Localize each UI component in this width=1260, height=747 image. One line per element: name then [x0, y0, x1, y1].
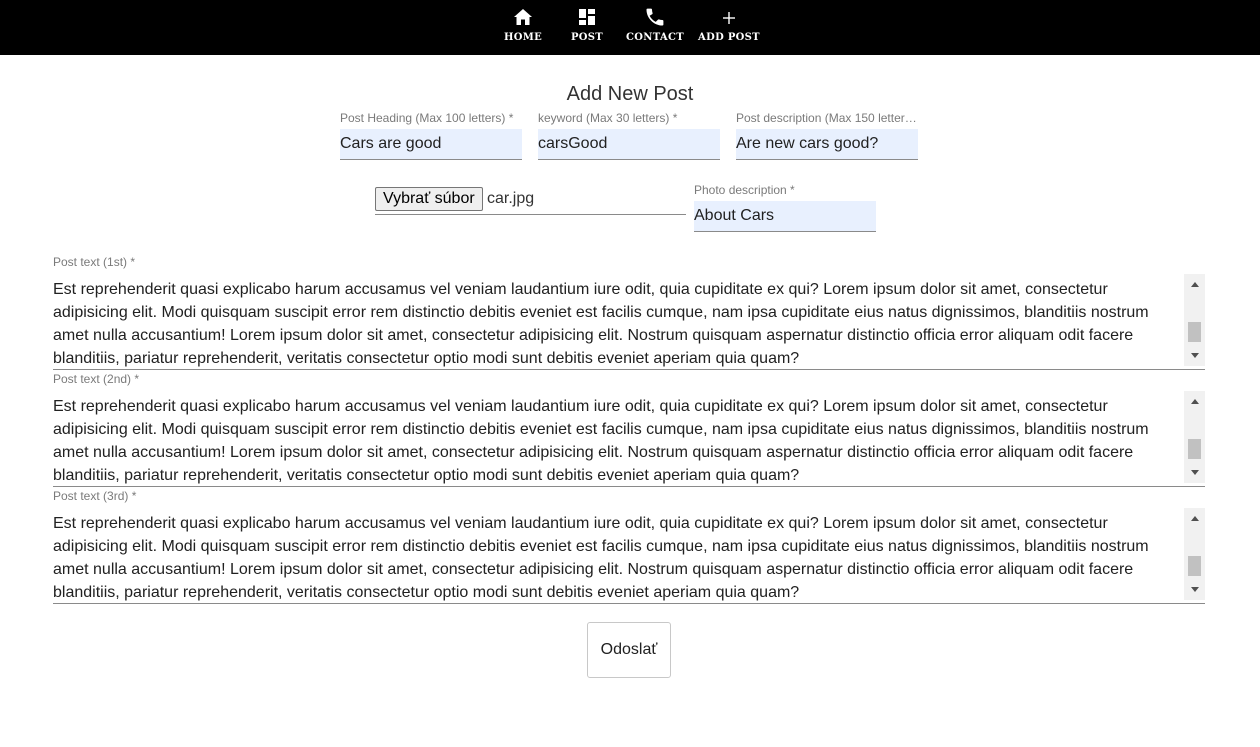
- phone-icon: [643, 0, 667, 26]
- keyword-label: keyword (Max 30 letters) *: [538, 111, 678, 125]
- top-navigation: HOME POST CONTACT ADD POST: [0, 0, 1260, 55]
- scroll-up-arrow-icon[interactable]: [1184, 510, 1205, 527]
- scroll-down-arrow-icon[interactable]: [1184, 347, 1205, 364]
- nav-home-label: HOME: [503, 32, 543, 43]
- post-heading-field: Post Heading (Max 100 letters) *: [340, 111, 522, 160]
- post-text-1-label: Post text (1st) *: [53, 255, 136, 269]
- scroll-down-arrow-icon[interactable]: [1184, 464, 1205, 481]
- nav-contact[interactable]: CONTACT: [624, 0, 686, 55]
- keyword-input[interactable]: [538, 129, 720, 160]
- scroll-up-arrow-icon[interactable]: [1184, 393, 1205, 410]
- home-icon: [511, 0, 535, 26]
- post-text-3-textarea[interactable]: Est reprehenderit quasi explicabo harum …: [53, 508, 1205, 604]
- nav-add-post[interactable]: ADD POST: [697, 0, 761, 55]
- post-text-2-scrollbar[interactable]: [1184, 391, 1205, 483]
- post-text-2-field: Post text (2nd) * Est reprehenderit quas…: [53, 372, 1205, 487]
- post-description-label: Post description (Max 150 letters) *: [736, 111, 918, 125]
- nav-home[interactable]: HOME: [503, 0, 543, 55]
- post-text-3-scrollbar[interactable]: [1184, 508, 1205, 600]
- photo-description-input[interactable]: [694, 201, 876, 232]
- scroll-thumb[interactable]: [1188, 556, 1201, 576]
- post-text-1-textarea[interactable]: Est reprehenderit quasi explicabo harum …: [53, 274, 1205, 370]
- post-text-3-content: Est reprehenderit quasi explicabo harum …: [53, 515, 1149, 601]
- plus-icon: [717, 0, 741, 26]
- scroll-thumb[interactable]: [1188, 439, 1201, 459]
- post-text-3-field: Post text (3rd) * Est reprehenderit quas…: [53, 489, 1205, 604]
- dashboard-icon: [575, 0, 599, 26]
- nav-add-post-label: ADD POST: [698, 32, 760, 43]
- post-text-1-field: Post text (1st) * Est reprehenderit quas…: [53, 255, 1205, 370]
- post-text-2-textarea[interactable]: Est reprehenderit quasi explicabo harum …: [53, 391, 1205, 487]
- post-description-input[interactable]: [736, 129, 918, 160]
- scroll-up-arrow-icon[interactable]: [1184, 276, 1205, 293]
- post-text-2-content: Est reprehenderit quasi explicabo harum …: [53, 398, 1149, 484]
- page-title: Add New Post: [566, 83, 694, 105]
- post-heading-input[interactable]: [340, 129, 522, 160]
- photo-file-field: Vybrať súbor car.jpg: [375, 186, 686, 215]
- nav-post[interactable]: POST: [567, 0, 607, 55]
- post-text-3-label: Post text (3rd) *: [53, 489, 137, 503]
- post-heading-label: Post Heading (Max 100 letters) *: [340, 111, 514, 125]
- scroll-down-arrow-icon[interactable]: [1184, 581, 1205, 598]
- post-text-1-content: Est reprehenderit quasi explicabo harum …: [53, 281, 1149, 367]
- scroll-thumb[interactable]: [1188, 322, 1201, 342]
- choose-file-button[interactable]: Vybrať súbor: [375, 187, 483, 211]
- nav-post-label: POST: [570, 32, 604, 43]
- photo-description-label: Photo description *: [694, 183, 795, 197]
- nav-contact-label: CONTACT: [626, 32, 684, 43]
- submit-button[interactable]: Odoslať: [587, 622, 671, 678]
- post-text-1-scrollbar[interactable]: [1184, 274, 1205, 366]
- keyword-field: keyword (Max 30 letters) *: [538, 111, 720, 160]
- photo-description-field: Photo description *: [694, 183, 876, 232]
- post-description-field: Post description (Max 150 letters) *: [736, 111, 918, 160]
- post-text-2-label: Post text (2nd) *: [53, 372, 140, 386]
- file-name: car.jpg: [487, 190, 535, 207]
